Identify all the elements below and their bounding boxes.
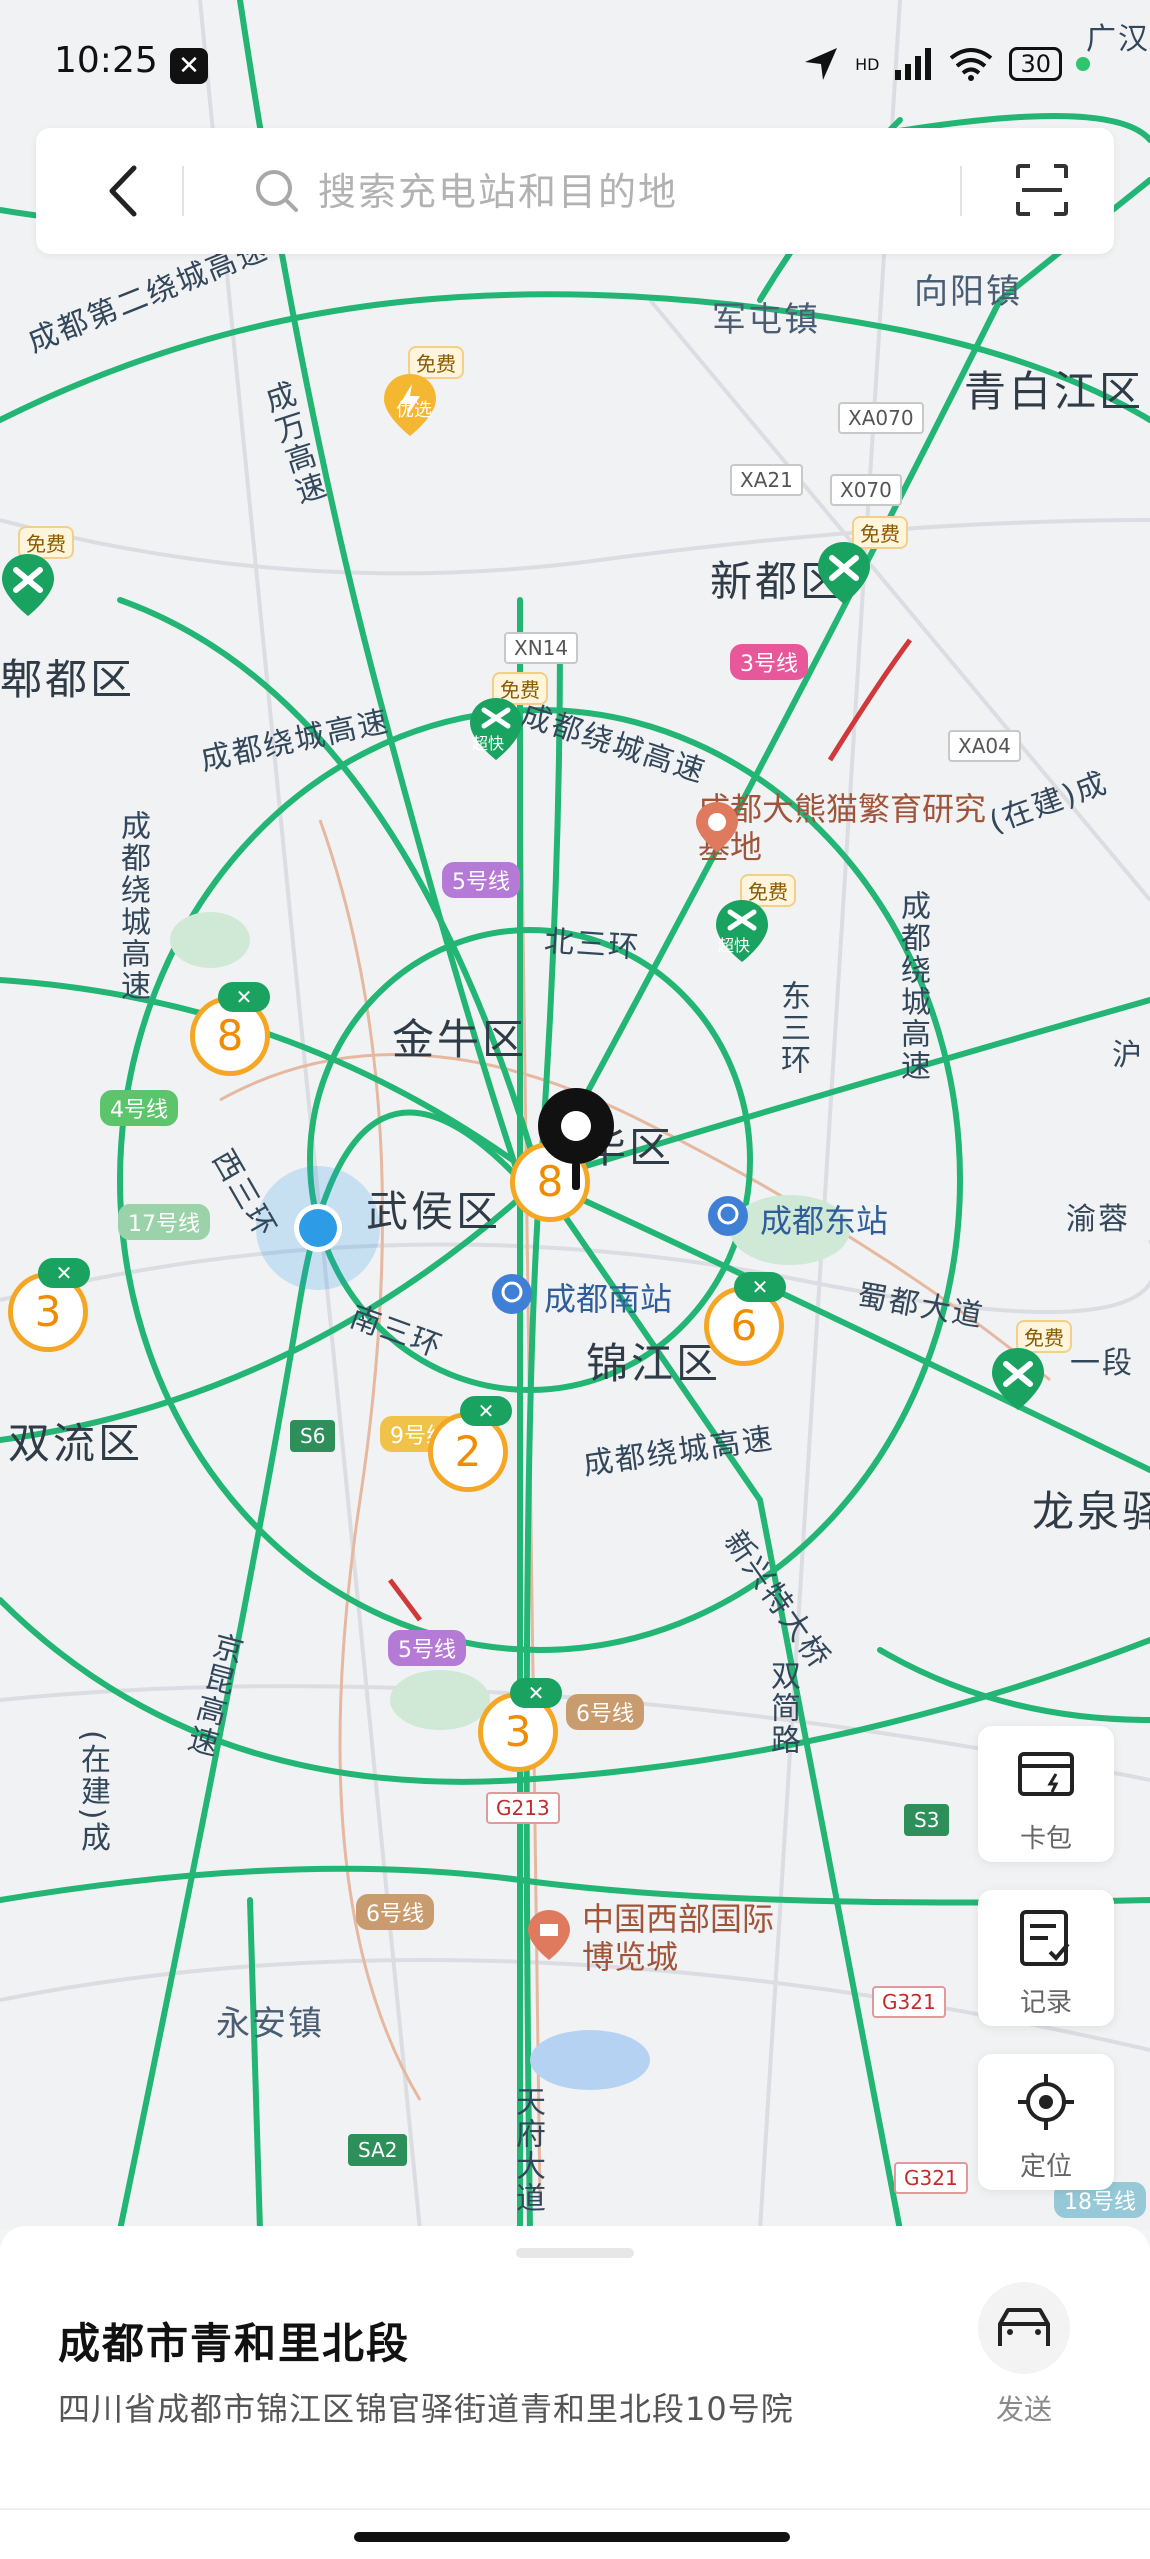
scan-icon[interactable]: [1014, 162, 1070, 218]
metro-line-label: 6号线: [356, 1894, 434, 1930]
town-label-yongan: 永安镇: [216, 2004, 324, 2044]
record-button[interactable]: 记录: [978, 1890, 1114, 2026]
road-shield: SA2: [348, 2134, 408, 2166]
road-label: (在建)成: [75, 1730, 110, 1854]
cluster-charger-badge-icon: ✕: [734, 1272, 786, 1302]
road-shield: X070: [830, 474, 902, 506]
road-shield: S3: [904, 1804, 950, 1836]
home-indicator[interactable]: [354, 2532, 790, 2542]
road-shield: S6: [290, 1420, 336, 1452]
charger-pin-icon[interactable]: [816, 540, 872, 606]
metro-line-label: 5号线: [442, 862, 520, 898]
charger-pin-icon[interactable]: [0, 552, 56, 618]
charger-pin-icon[interactable]: [990, 1346, 1046, 1412]
station-east-icon[interactable]: [706, 1194, 750, 1238]
cluster-charger-badge-icon: ✕: [460, 1396, 512, 1426]
app-notification-icon: ✕: [170, 48, 208, 84]
district-label-qingbaijiang: 青白江区: [964, 367, 1145, 416]
screen: 青白江区 新都区 金牛区 武侯区 锦江区 双流区 龙泉驿 郫都区 华区 军屯镇 …: [0, 0, 1150, 2559]
status-bar: 10:25 ✕ HD 30: [0, 0, 1150, 130]
chaokuai-tag: 超快: [718, 936, 751, 955]
record-label: 记录: [1019, 1988, 1072, 2018]
car-icon: [998, 2308, 1050, 2346]
record-icon: [1020, 1910, 1070, 1966]
search-bar: [36, 128, 1114, 254]
separator: [182, 166, 184, 216]
send-label: 发送: [995, 2393, 1052, 2426]
cluster-charger-badge-icon: ✕: [38, 1258, 90, 1288]
station-south-label[interactable]: 成都南站: [544, 1274, 672, 1320]
road-shield: XA04: [948, 730, 1021, 762]
metro-line-label: 4号线: [100, 1090, 178, 1126]
station-east-label[interactable]: 成都东站: [760, 1196, 888, 1242]
card-wallet-icon: [1018, 1752, 1074, 1796]
status-right-group: HD 30: [801, 44, 1090, 84]
location-address: 四川省成都市锦江区锦官驿街道青和里北段10号院: [58, 2390, 794, 2428]
search-icon: [256, 170, 298, 212]
poi-label-expo-city[interactable]: 中国西部国际博览城: [582, 1900, 782, 1976]
metro-line-label: 17号线: [118, 1204, 210, 1240]
map-canvas[interactable]: 青白江区 新都区 金牛区 武侯区 锦江区 双流区 龙泉驿 郫都区 华区 军屯镇 …: [0, 0, 1150, 2230]
district-label-jinjiang: 锦江区: [586, 1339, 722, 1388]
navigation-arrow-icon: [805, 48, 838, 80]
road-shield: G321: [894, 2162, 968, 2194]
poi-expo-icon[interactable]: [526, 1908, 572, 1962]
current-location-icon[interactable]: [292, 1202, 344, 1254]
status-green-dot: [1076, 57, 1090, 71]
destination-pin-icon[interactable]: [534, 1084, 618, 1194]
metro-line-label: 5号线: [388, 1630, 466, 1666]
district-label-longquan: 龙泉驿: [1032, 1487, 1150, 1536]
send-to-car-button[interactable]: 发送: [978, 2282, 1070, 2432]
town-label-xiangyang: 向阳镇: [914, 272, 1022, 312]
road-label: 天府大道: [510, 2086, 545, 2214]
locate-label: 定位: [1019, 2152, 1072, 2182]
location-detail-sheet[interactable]: 成都市青和里北段 四川省成都市锦江区锦官驿街道青和里北段10号院 发送: [0, 2226, 1150, 2559]
road-label: 东三环: [775, 980, 810, 1076]
road-label: 成都绕城高速: [895, 890, 930, 1082]
road-label: 一段: [1070, 1346, 1134, 1381]
location-title: 成都市青和里北段: [58, 2319, 411, 2368]
road-label: 沪: [1112, 1038, 1144, 1073]
send-button-bg: [978, 2282, 1070, 2374]
district-label-wuhou: 武侯区: [366, 1187, 502, 1236]
metro-line-label: 6号线: [566, 1694, 644, 1730]
signal-bars-icon: [895, 48, 932, 80]
road-shield: G213: [486, 1792, 560, 1824]
card-wallet-button[interactable]: 卡包: [978, 1726, 1114, 1862]
road-shield: XN14: [504, 632, 579, 664]
road-shield: XA21: [730, 464, 803, 496]
youxuan-tag: 优选: [396, 400, 432, 421]
poi-label-panda-base[interactable]: 成都大熊猫繁育研究基地: [698, 790, 998, 866]
poi-panda-icon[interactable]: [694, 800, 740, 854]
metro-line-label: 3号线: [730, 644, 808, 680]
district-label-shuangliu: 双流区: [8, 1419, 144, 1468]
road-label: 北三环: [543, 923, 642, 966]
locate-button[interactable]: 定位: [978, 2054, 1114, 2190]
cluster-charger-badge-icon: ✕: [510, 1678, 562, 1708]
road-label: 双简路: [765, 1660, 800, 1756]
road-label: 渝蓉: [1066, 1202, 1130, 1237]
wifi-icon: [950, 48, 993, 81]
station-south-icon[interactable]: [490, 1272, 534, 1316]
card-wallet-label: 卡包: [1019, 1824, 1072, 1854]
district-label-pixian: 郫都区: [0, 655, 136, 704]
cluster-charger-badge-icon: ✕: [218, 982, 270, 1012]
signal-hd-label: HD: [855, 54, 880, 74]
road-shield: XA070: [838, 402, 924, 434]
search-input[interactable]: [316, 158, 960, 226]
locate-crosshair-icon: [1018, 2074, 1074, 2130]
separator: [960, 166, 962, 216]
district-label-jinniu: 金牛区: [392, 1015, 528, 1064]
chaokuai-tag: 超快: [472, 734, 505, 753]
battery-indicator: 30: [1009, 47, 1062, 81]
road-label: 成都绕城高速: [115, 810, 150, 1002]
sheet-drag-handle[interactable]: [516, 2248, 634, 2258]
town-label-juntun: 军屯镇: [712, 300, 820, 340]
divider: [0, 2508, 1150, 2510]
status-time: 10:25: [54, 40, 158, 81]
road-shield: G321: [872, 1986, 946, 2018]
back-icon[interactable]: [92, 156, 162, 226]
